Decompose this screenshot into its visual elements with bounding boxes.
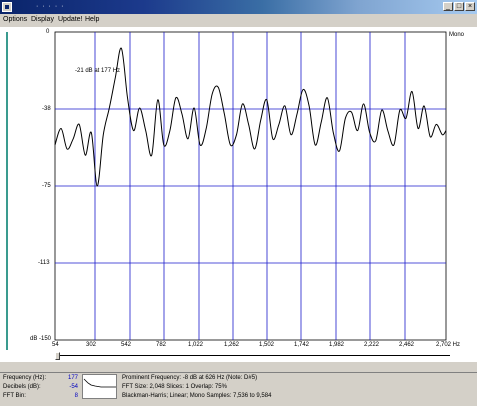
y-tick-label: -75 <box>42 183 51 189</box>
y-tick-label: -113 <box>38 260 50 266</box>
scroll-thumb[interactable] <box>55 352 60 360</box>
y-tick-label: 0 <box>46 29 50 35</box>
y-tick-label: dB -150 <box>30 336 52 342</box>
x-tick-label: 1,502 <box>259 342 275 348</box>
x-tick-label: 2,222 <box>364 342 380 348</box>
mini-spectrum-preview <box>82 374 117 399</box>
x-tick-label: 2,702 Hz <box>436 342 461 348</box>
frequency-scrollbar[interactable] <box>0 351 477 362</box>
channel-label: Mono <box>449 32 465 38</box>
decibels-label: Decibels (dB): <box>3 384 41 390</box>
x-tick-label: 2,462 <box>399 342 415 348</box>
decibels-value: -54 <box>69 384 78 390</box>
x-tick-label: 1,022 <box>188 342 204 348</box>
x-tick-label: 54 <box>52 342 59 348</box>
prominent-frequency-text: Prominent Frequency: -8 dB at 626 Hz (No… <box>122 375 258 381</box>
scroll-track-line <box>60 355 450 356</box>
x-tick-label: 542 <box>121 342 132 348</box>
x-tick-label: 782 <box>156 342 167 348</box>
y-tick-label: -38 <box>42 106 51 112</box>
fft-settings-text: FFT Size: 2,048 Slices: 1 Overlap: 75% <box>122 384 227 390</box>
frequency-label: Frequency (Hz): <box>3 375 47 381</box>
window-function-text: Blackman-Harris; Linear; Mono Samples: 7… <box>122 393 272 399</box>
x-tick-label: 302 <box>86 342 97 348</box>
fft-bin-label: FFT Bin: <box>3 393 26 399</box>
peak-annotation: -21 dB at 177 Hz <box>75 68 121 74</box>
x-tick-label: 1,262 <box>224 342 240 348</box>
fft-bin-value: 8 <box>74 393 78 399</box>
mini-curve <box>83 378 116 388</box>
x-tick-label: 1,742 <box>294 342 310 348</box>
x-tick-label: 1,982 <box>329 342 345 348</box>
frequency-value: 177 <box>67 375 78 381</box>
